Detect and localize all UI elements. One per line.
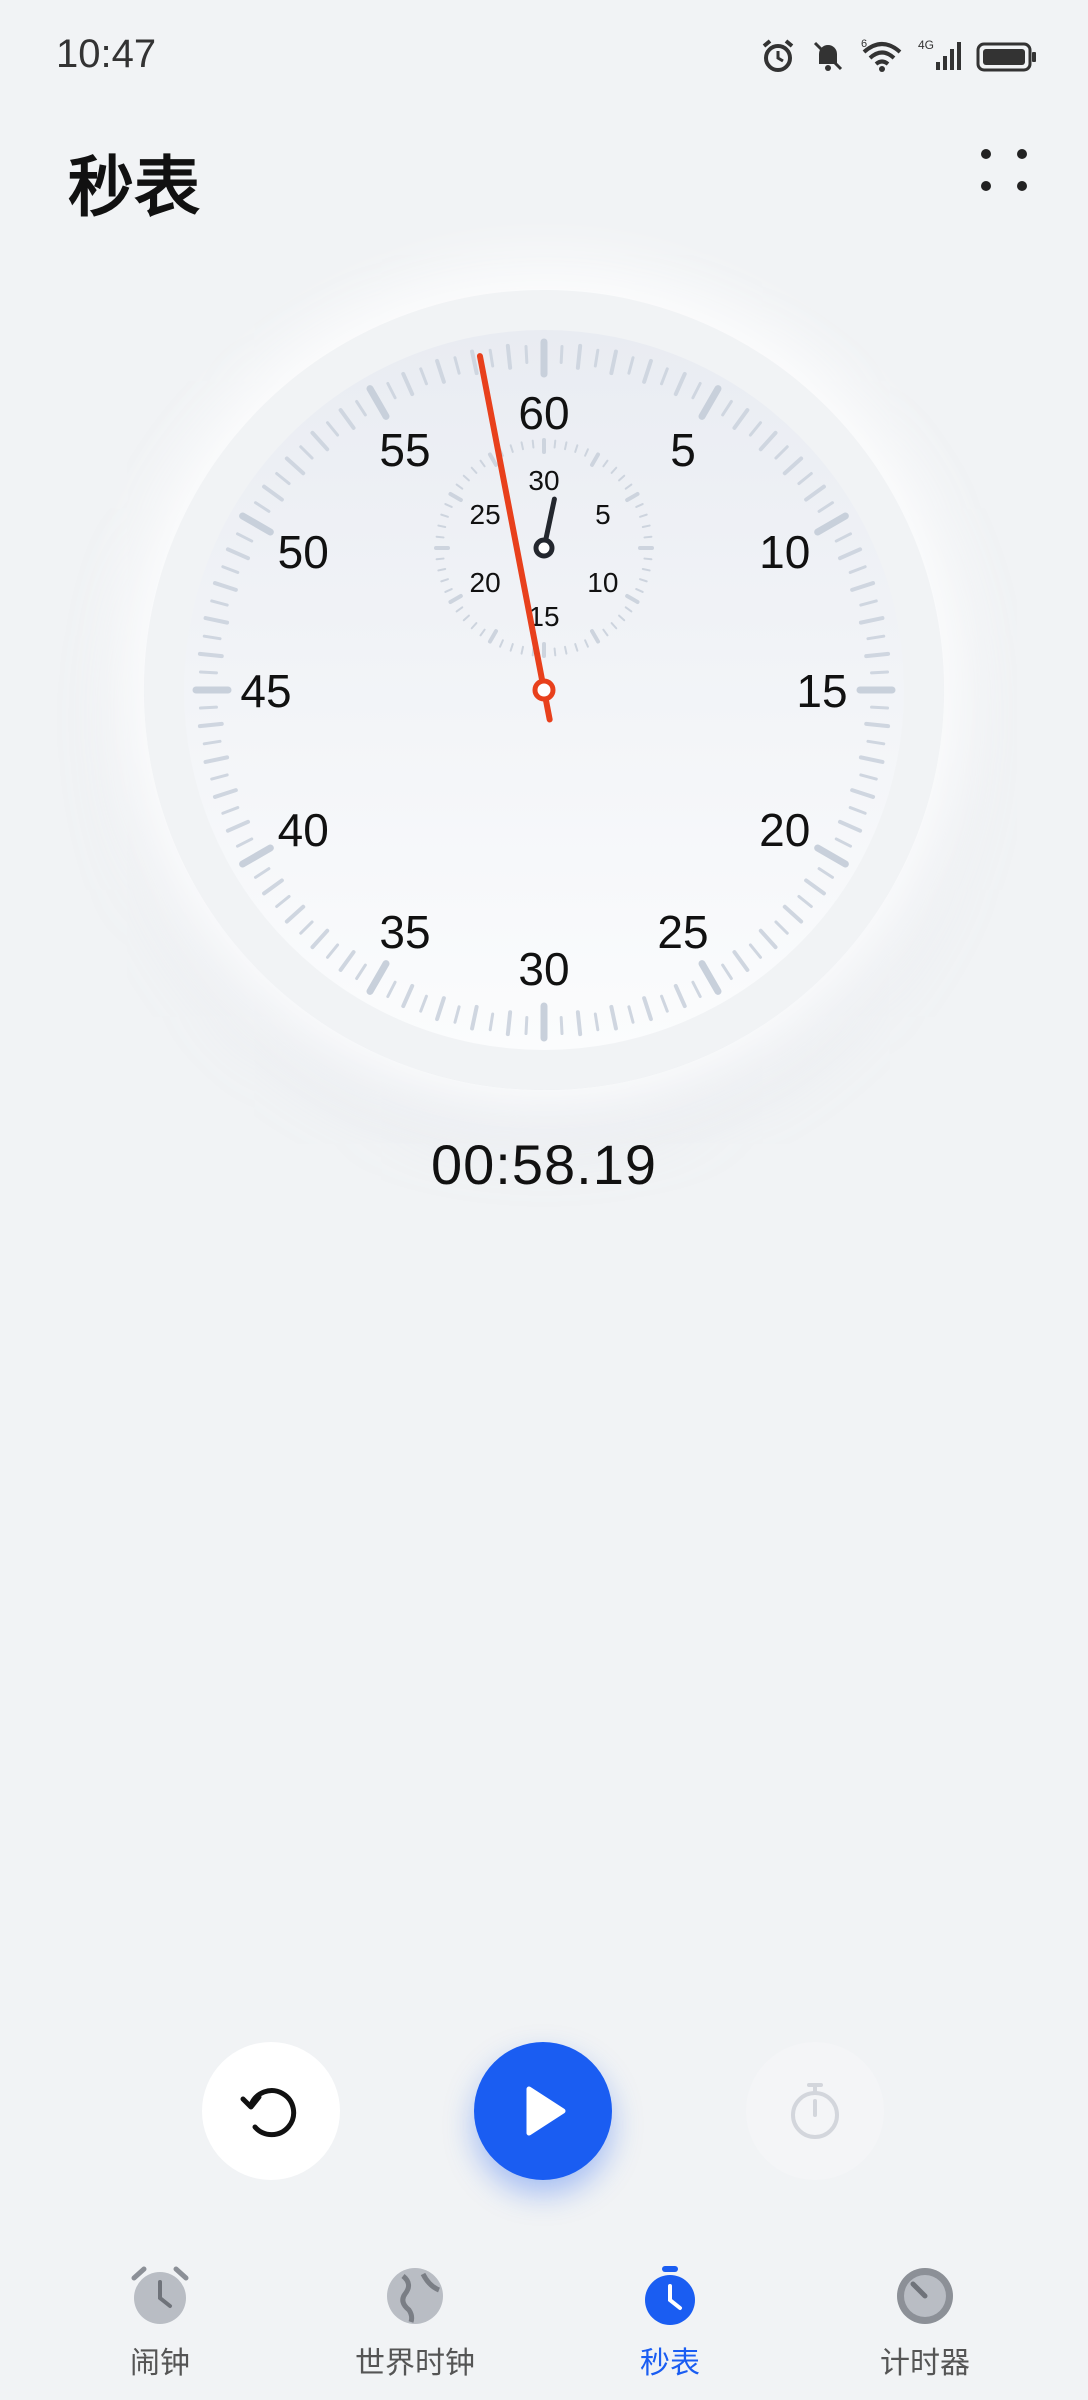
- outer-tick: [197, 721, 224, 729]
- nav-label-timer: 计时器: [880, 2347, 970, 2380]
- second-hand-pivot: [532, 678, 556, 702]
- reset-button[interactable]: [202, 2042, 340, 2180]
- stopwatch-icon: [645, 2266, 695, 2325]
- signal-icon: 4G: [918, 38, 961, 70]
- inner-tick: [643, 535, 653, 539]
- inner-tick: [563, 645, 568, 655]
- outer-tick: [864, 721, 891, 729]
- inner-tick: [437, 567, 447, 572]
- network-label: 4G: [918, 38, 934, 52]
- more-dots-icon: [981, 149, 1027, 191]
- status-icons: 6 4G: [760, 36, 1038, 76]
- outer-tick: [524, 344, 529, 364]
- inner-label: 20: [470, 567, 501, 598]
- outer-label: 10: [759, 526, 810, 578]
- outer-tick: [198, 670, 218, 675]
- inner-tick: [553, 647, 557, 657]
- outer-label: 30: [518, 943, 569, 995]
- reset-icon: [240, 2088, 297, 2138]
- inner-tick: [563, 441, 568, 451]
- inner-tick: [435, 557, 445, 561]
- battery-icon: [976, 42, 1036, 72]
- outer-tick: [198, 705, 218, 710]
- nav-label-world-clock: 世界时钟: [355, 2347, 475, 2380]
- minute-hand-pivot: [533, 537, 555, 559]
- wifi-badge: 6: [861, 38, 867, 50]
- more-button[interactable]: [972, 142, 1036, 198]
- inner-label: 30: [528, 465, 559, 496]
- outer-tick: [870, 670, 890, 675]
- timer-icon: [897, 2268, 953, 2324]
- stopwatch-dial: 60 5 10 15 20 25 30 35 40 45 50 55 30 5 10 15 20 25: [144, 290, 944, 1090]
- outer-tick: [505, 1010, 513, 1037]
- outer-label: 15: [796, 665, 847, 717]
- inner-tick: [553, 439, 557, 449]
- inner-tick: [437, 524, 447, 529]
- alarm-clock-icon: [131, 2266, 189, 2324]
- nav-item-world-clock[interactable]: 世界时钟: [315, 2240, 515, 2382]
- outer-tick: [575, 343, 583, 370]
- outer-label: 60: [518, 387, 569, 439]
- nav-item-timer[interactable]: 计时器: [825, 2240, 1025, 2382]
- dial-face: 60510152025303540455055 30510152025: [184, 330, 904, 1050]
- lap-button[interactable]: [746, 2042, 884, 2180]
- start-button[interactable]: [474, 2042, 612, 2180]
- mute-icon: [813, 41, 843, 71]
- inner-label: 5: [595, 499, 611, 530]
- outer-tick: [559, 344, 564, 364]
- status-bar: 10:47 6 4G: [0, 0, 1088, 110]
- elapsed-time: 00:58.19: [431, 1133, 657, 1196]
- lap-timer-icon: [791, 2083, 839, 2139]
- nav-label-stopwatch: 秒表: [640, 2347, 700, 2380]
- nav-item-alarm[interactable]: 闹钟: [60, 2240, 260, 2382]
- outer-tick: [870, 705, 890, 710]
- wifi-icon: 6: [861, 38, 902, 72]
- nav-label-alarm: 闹钟: [130, 2347, 190, 2380]
- outer-label: 35: [379, 906, 430, 958]
- outer-tick: [505, 343, 513, 370]
- inner-tick: [520, 441, 525, 451]
- alarm-icon: [762, 39, 794, 72]
- outer-label: 20: [759, 804, 810, 856]
- page-title: 秒表: [68, 150, 200, 224]
- inner-tick: [435, 535, 445, 539]
- status-time: 10:47: [56, 32, 157, 76]
- inner-tick: [520, 645, 525, 655]
- outer-tick: [864, 651, 891, 659]
- outer-tick: [197, 651, 224, 659]
- bottom-nav: 闹钟 世界时钟 秒表 计时器: [0, 2240, 1088, 2400]
- outer-tick: [559, 1016, 564, 1036]
- inner-tick: [643, 557, 653, 561]
- outer-label: 25: [657, 906, 708, 958]
- inner-label: 10: [587, 567, 618, 598]
- inner-tick: [641, 524, 651, 529]
- outer-tick: [524, 1016, 529, 1036]
- inner-tick: [641, 567, 651, 572]
- outer-label: 5: [670, 424, 696, 476]
- outer-label: 50: [278, 526, 329, 578]
- inner-label: 25: [470, 499, 501, 530]
- outer-label: 55: [379, 424, 430, 476]
- outer-label: 40: [278, 804, 329, 856]
- outer-label: 45: [240, 665, 291, 717]
- globe-icon: [387, 2268, 443, 2324]
- play-icon: [526, 2086, 566, 2136]
- nav-item-stopwatch[interactable]: 秒表: [570, 2240, 770, 2382]
- inner-tick: [531, 439, 535, 449]
- outer-tick: [575, 1010, 583, 1037]
